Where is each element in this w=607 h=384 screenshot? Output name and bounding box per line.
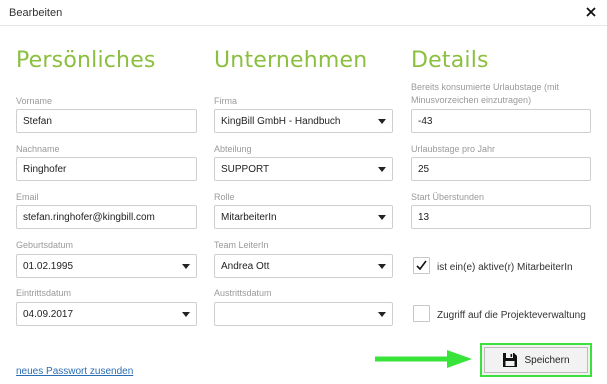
teamleiter-select[interactable]: Andrea Ott bbox=[214, 254, 393, 278]
chevron-down-icon[interactable] bbox=[378, 311, 386, 317]
eintrittsdatum-label: Eintrittsdatum bbox=[16, 288, 72, 298]
rolle-label: Rolle bbox=[214, 192, 235, 202]
aktiv-checkbox[interactable] bbox=[413, 257, 430, 274]
geburtsdatum-value: 01.02.1995 bbox=[23, 260, 74, 272]
urlaub-pro-jahr-input[interactable] bbox=[418, 163, 584, 175]
start-ueberstunden-input[interactable] bbox=[418, 211, 584, 223]
chevron-down-icon[interactable] bbox=[378, 214, 386, 220]
start-ueberstunden-field[interactable] bbox=[411, 205, 591, 229]
urlaub-konsumiert-field[interactable] bbox=[411, 109, 591, 133]
aktiv-label: ist ein(e) aktive(r) MitarbeiterIn bbox=[437, 262, 573, 273]
heading-company: Unternehmen bbox=[214, 48, 368, 73]
chevron-down-icon[interactable] bbox=[182, 311, 190, 317]
firma-select[interactable]: KingBill GmbH - Handbuch bbox=[214, 109, 393, 133]
title-bar: Bearbeiten bbox=[0, 0, 607, 26]
nachname-field[interactable] bbox=[16, 157, 197, 181]
vorname-field[interactable] bbox=[16, 109, 197, 133]
abteilung-label: Abteilung bbox=[214, 144, 252, 154]
firma-label: Firma bbox=[214, 96, 237, 106]
floppy-disk-icon bbox=[503, 353, 518, 367]
chevron-down-icon[interactable] bbox=[378, 166, 386, 172]
email-field[interactable] bbox=[16, 205, 197, 229]
chevron-down-icon[interactable] bbox=[378, 263, 386, 269]
urlaub-konsumiert-label-line1: Bereits konsumierte Urlaubstage (mit bbox=[411, 82, 560, 92]
eintrittsdatum-value: 04.09.2017 bbox=[23, 308, 74, 320]
vorname-label: Vorname bbox=[16, 96, 53, 106]
email-input[interactable] bbox=[23, 211, 190, 223]
arrow-right-icon bbox=[375, 350, 472, 368]
urlaub-konsumiert-input[interactable] bbox=[418, 115, 584, 127]
reset-password-link[interactable]: neues Passwort zusenden bbox=[16, 366, 133, 377]
projekt-checkbox[interactable] bbox=[413, 305, 430, 322]
window-title: Bearbeiten bbox=[9, 7, 63, 19]
teamleiter-value: Andrea Ott bbox=[221, 260, 270, 272]
abteilung-value: SUPPORT bbox=[221, 163, 270, 175]
close-icon[interactable] bbox=[583, 4, 599, 20]
teamleiter-label: Team LeiterIn bbox=[214, 240, 269, 250]
firma-value: KingBill GmbH - Handbuch bbox=[221, 115, 341, 127]
save-button-label: Speichern bbox=[524, 354, 570, 366]
chevron-down-icon[interactable] bbox=[378, 118, 386, 124]
chevron-down-icon[interactable] bbox=[182, 263, 190, 269]
austrittsdatum-picker[interactable] bbox=[214, 302, 393, 326]
projekt-label: Zugriff auf die Projekteverwaltung bbox=[437, 310, 586, 321]
save-button[interactable]: Speichern bbox=[480, 343, 592, 377]
vorname-input[interactable] bbox=[23, 115, 190, 127]
abteilung-select[interactable]: SUPPORT bbox=[214, 157, 393, 181]
checkmark-icon bbox=[416, 260, 427, 271]
urlaub-pro-jahr-label: Urlaubstage pro Jahr bbox=[411, 144, 496, 154]
urlaub-konsumiert-label-line2: Minusvorzeichen einzutragen) bbox=[411, 95, 532, 105]
rolle-value: MitarbeiterIn bbox=[221, 211, 277, 223]
urlaub-pro-jahr-field[interactable] bbox=[411, 157, 591, 181]
nachname-input[interactable] bbox=[23, 163, 190, 175]
rolle-select[interactable]: MitarbeiterIn bbox=[214, 205, 393, 229]
email-label: Email bbox=[16, 192, 39, 202]
austrittsdatum-label: Austrittsdatum bbox=[214, 288, 272, 298]
heading-personal: Persönliches bbox=[16, 48, 156, 73]
geburtsdatum-picker[interactable]: 01.02.1995 bbox=[16, 254, 197, 278]
geburtsdatum-label: Geburtsdatum bbox=[16, 240, 74, 250]
nachname-label: Nachname bbox=[16, 144, 60, 154]
start-ueberstunden-label: Start Überstunden bbox=[411, 192, 485, 202]
heading-details: Details bbox=[411, 48, 489, 73]
eintrittsdatum-picker[interactable]: 04.09.2017 bbox=[16, 302, 197, 326]
